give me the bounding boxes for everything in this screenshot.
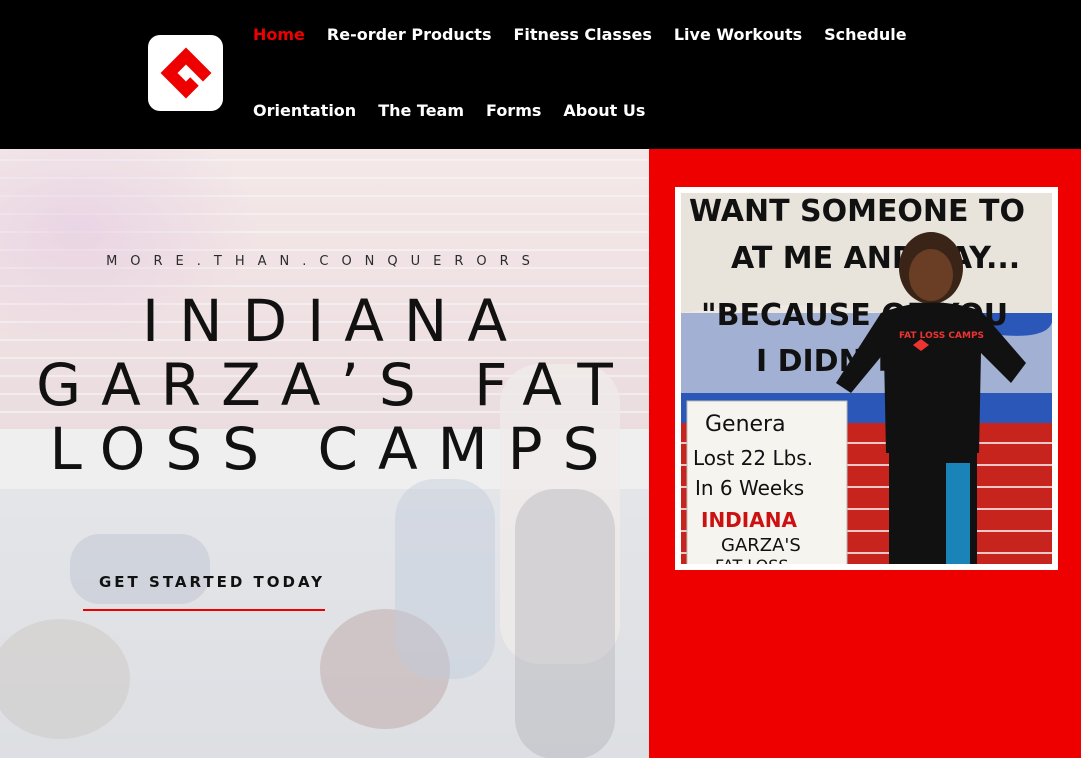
- wall-text-line: AT ME AND SAY...: [731, 241, 1020, 276]
- garza-g-logo-icon: [160, 47, 211, 99]
- shirt-text: FAT LOSS CAMPS: [899, 331, 984, 341]
- hero-title-line: INDIANA: [142, 287, 527, 355]
- nav-link-the-team[interactable]: The Team: [378, 100, 464, 122]
- nav-link-fitness-classes[interactable]: Fitness Classes: [513, 24, 651, 46]
- logo[interactable]: [148, 35, 223, 111]
- hero-section: MORE.THAN.CONQUERORS INDIANA GARZA’S FAT…: [0, 149, 649, 758]
- hero-title: INDIANA GARZA’S FAT LOSS CAMPS: [0, 289, 649, 481]
- get-started-label: GET STARTED TODAY: [99, 573, 325, 591]
- nav-link-re-order-products[interactable]: Re-order Products: [327, 24, 492, 46]
- sign-line: Lost 22 Lbs.: [693, 446, 813, 470]
- hero-tagline: MORE.THAN.CONQUERORS: [106, 254, 543, 269]
- sign-line: Genera: [705, 412, 786, 437]
- nav-row-secondary: Orientation The Team Forms About Us: [253, 100, 667, 122]
- nav-link-schedule[interactable]: Schedule: [824, 24, 906, 46]
- sign-line: FAT LOSS: [715, 556, 789, 564]
- testimonial-photo-frame: WANT SOMEONE TO AT ME AND SAY... "BECAUS…: [675, 187, 1058, 570]
- site-header: Home Re-order Products Fitness Classes Live…: [0, 0, 1081, 149]
- nav-row-primary: Home Re-order Products Fitness Classes Live…: [253, 24, 929, 46]
- nav-link-live-workouts[interactable]: Live Workouts: [674, 24, 802, 46]
- get-started-button[interactable]: GET STARTED TODAY: [83, 569, 325, 611]
- nav-link-about-us[interactable]: About Us: [563, 100, 645, 122]
- promo-panel: WANT SOMEONE TO AT ME AND SAY... "BECAUS…: [649, 149, 1081, 758]
- wall-text-line: WANT SOMEONE TO: [689, 194, 1025, 229]
- sign-line: GARZA'S: [721, 535, 801, 556]
- sign-line: INDIANA: [701, 508, 797, 532]
- testimonial-photo: WANT SOMEONE TO AT ME AND SAY... "BECAUS…: [681, 193, 1052, 564]
- nav-link-forms[interactable]: Forms: [486, 100, 541, 122]
- nav-link-orientation[interactable]: Orientation: [253, 100, 356, 122]
- nav-link-home[interactable]: Home: [253, 24, 305, 46]
- sign-line: In 6 Weeks: [695, 476, 804, 500]
- hero-title-line: LOSS CAMPS: [49, 415, 620, 483]
- hero-title-line: GARZA’S FAT: [36, 351, 633, 419]
